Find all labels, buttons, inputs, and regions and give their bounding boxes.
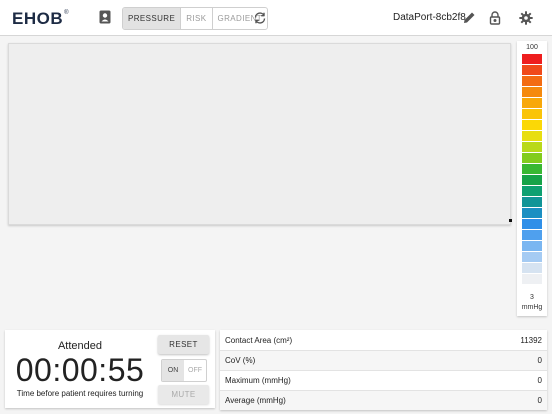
scale-band bbox=[522, 76, 542, 86]
scale-min-label: 3 bbox=[530, 294, 534, 301]
scale-band bbox=[522, 54, 542, 64]
logo-text: EHOB bbox=[12, 9, 64, 28]
scale-max-label: 100 bbox=[526, 44, 538, 51]
scale-band bbox=[522, 197, 542, 207]
turn-timer: 00:00:55 bbox=[15, 352, 145, 388]
mute-button[interactable]: MUTE bbox=[158, 385, 209, 404]
timer-caption: Time before patient requires turning bbox=[16, 389, 144, 398]
stat-label: Contact Area (cm²) bbox=[225, 335, 293, 345]
view-mode-tabs: PRESSURE RISK GRADIENT bbox=[122, 7, 269, 30]
pencil-icon[interactable] bbox=[462, 10, 476, 24]
device-name: DataPort-8cb2f8 bbox=[393, 12, 466, 23]
scale-band bbox=[522, 219, 542, 229]
refresh-icon[interactable] bbox=[252, 10, 268, 26]
scale-band bbox=[522, 109, 542, 119]
scale-band bbox=[522, 142, 542, 152]
lock-icon[interactable] bbox=[488, 10, 502, 25]
stat-value: 0 bbox=[537, 396, 542, 405]
scale-band bbox=[522, 230, 542, 240]
attendance-status: Attended bbox=[57, 340, 103, 352]
stat-label: Average (mmHg) bbox=[225, 396, 286, 405]
scale-band bbox=[522, 120, 542, 130]
scale-band bbox=[522, 252, 542, 262]
scale-band bbox=[522, 98, 542, 108]
reset-button[interactable]: RESET bbox=[158, 335, 209, 354]
stat-row: Maximum (mmHg) 0 bbox=[220, 370, 547, 390]
scale-band bbox=[522, 131, 542, 141]
tab-pressure[interactable]: PRESSURE bbox=[123, 8, 181, 29]
gear-icon[interactable] bbox=[518, 10, 533, 25]
scale-band bbox=[522, 87, 542, 97]
scale-band bbox=[522, 263, 542, 273]
stat-row: Contact Area (cm²) 11392 bbox=[220, 330, 547, 350]
scale-band bbox=[522, 274, 542, 284]
stat-row: CoV (%) 0 bbox=[220, 350, 547, 370]
ehob-logo: EHOB ® bbox=[12, 9, 70, 28]
stat-row: Average (mmHg) 0 bbox=[220, 390, 547, 410]
alarm-toggle[interactable]: ON OFF bbox=[161, 359, 207, 382]
scale-band bbox=[522, 164, 542, 174]
stat-value: 0 bbox=[537, 356, 542, 365]
stat-label: Maximum (mmHg) bbox=[225, 376, 291, 385]
toggle-on[interactable]: ON bbox=[162, 360, 184, 381]
scale-bands bbox=[522, 54, 542, 285]
toggle-off[interactable]: OFF bbox=[184, 360, 206, 381]
scale-unit-label: mmHg bbox=[521, 304, 543, 311]
stat-value: 11392 bbox=[520, 335, 542, 345]
pressure-map[interactable] bbox=[8, 43, 511, 225]
scale-band bbox=[522, 175, 542, 185]
scale-band bbox=[522, 241, 542, 251]
contact-badge-icon[interactable] bbox=[97, 9, 113, 25]
top-bar: EHOB ® PRESSURE RISK GRADIENT DataPort-8… bbox=[0, 0, 552, 36]
pressure-color-scale: 100 3 mmHg bbox=[517, 41, 547, 316]
stat-value: 0 bbox=[537, 376, 542, 385]
registered-mark: ® bbox=[64, 10, 70, 16]
scale-band bbox=[522, 186, 542, 196]
map-resize-handle bbox=[509, 219, 512, 222]
scale-band bbox=[522, 65, 542, 75]
scale-band bbox=[522, 153, 542, 163]
pressure-stats-table: Contact Area (cm²) 11392 CoV (%) 0 Maxim… bbox=[220, 330, 547, 410]
turn-timer-card: Attended 00:00:55 Time before patient re… bbox=[5, 330, 215, 408]
stat-label: CoV (%) bbox=[225, 356, 256, 365]
tab-risk[interactable]: RISK bbox=[180, 8, 211, 29]
scale-band bbox=[522, 208, 542, 218]
